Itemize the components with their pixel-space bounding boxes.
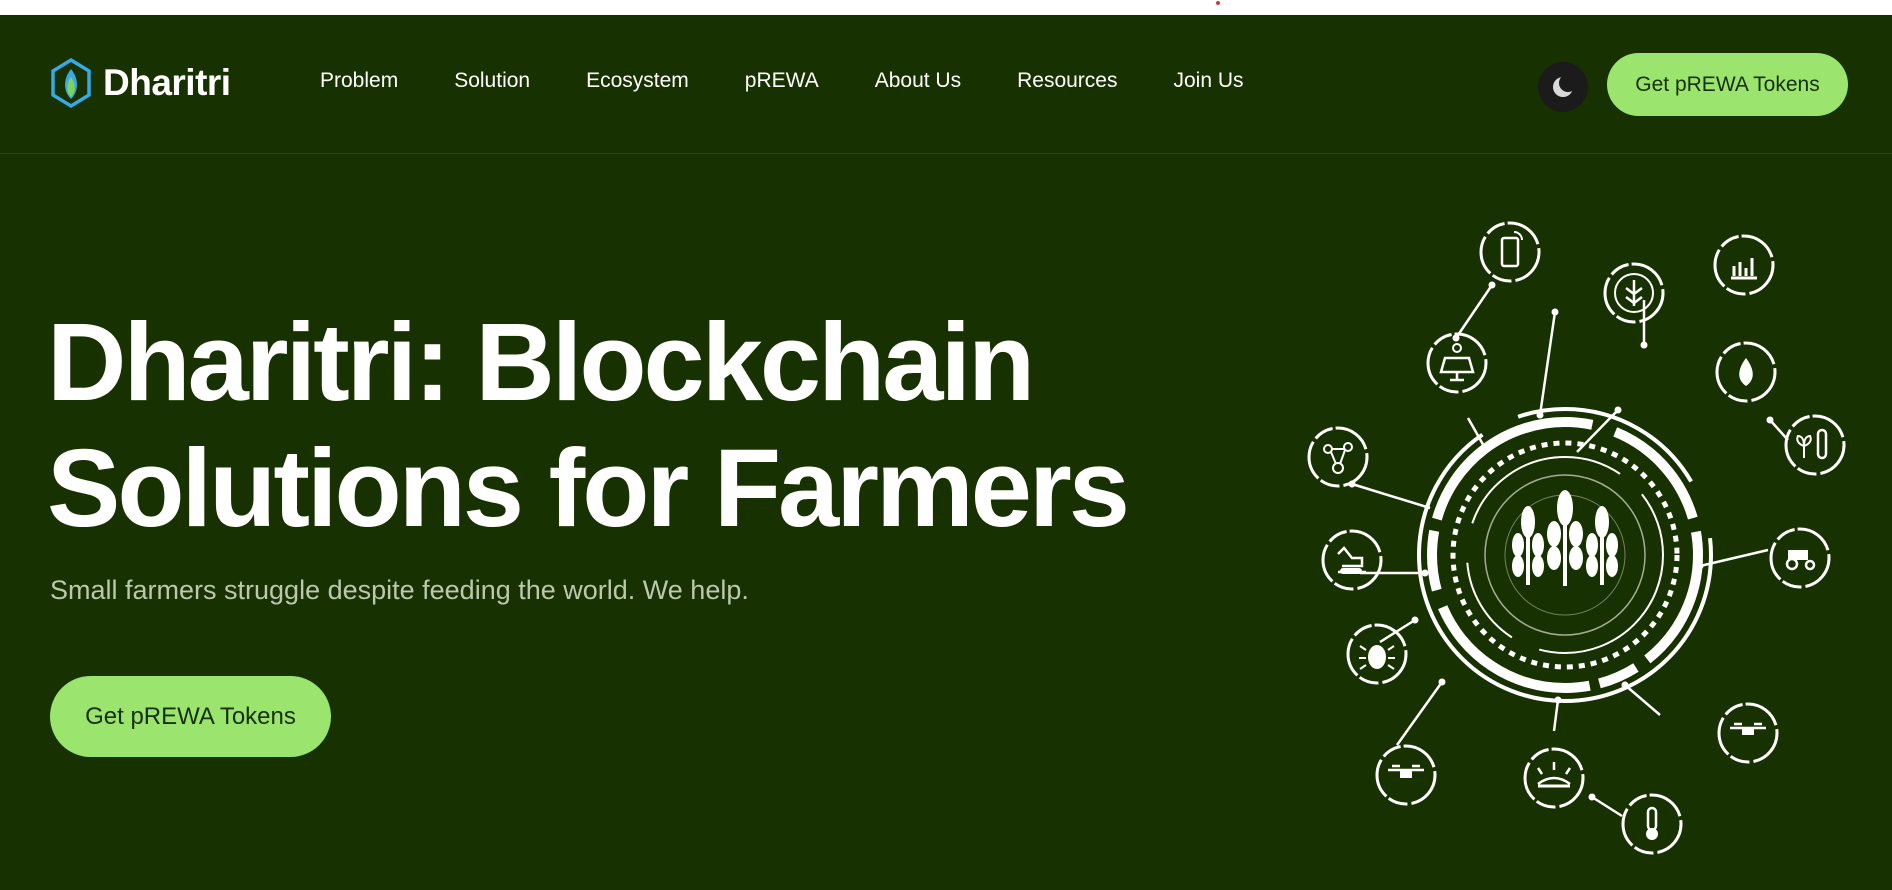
- wheat-badge-icon: [1603, 262, 1665, 324]
- tractor-icon: [1769, 527, 1831, 589]
- indicator-dot: [1216, 1, 1220, 5]
- browser-top-strip: [0, 0, 1892, 15]
- hero-page: Dharitri Problem Solution Ecosystem pREW…: [0, 15, 1892, 890]
- nav-link-ecosystem[interactable]: Ecosystem: [586, 69, 689, 93]
- get-tokens-nav-button[interactable]: Get pREWA Tokens: [1607, 53, 1848, 116]
- wheat-icon: [1512, 490, 1618, 586]
- drone-icon: [1375, 744, 1437, 806]
- nav-link-about-us[interactable]: About Us: [875, 69, 961, 93]
- brand-name: Dharitri: [103, 62, 231, 103]
- irrigation-icon: [1523, 747, 1585, 809]
- hero-title-line-2: Solutions for Farmers: [47, 427, 1130, 550]
- brand-logo[interactable]: Dharitri: [49, 57, 231, 109]
- main-menu: Problem Solution Ecosystem pREWA About U…: [320, 69, 1300, 93]
- molecule-icon: [1307, 426, 1369, 488]
- bar-chart-icon: [1713, 234, 1775, 296]
- leaf-hexagon-logo-icon: [51, 57, 91, 109]
- bug-icon: [1346, 623, 1408, 685]
- drone-icon: [1717, 702, 1779, 764]
- excavator-icon: [1321, 529, 1383, 591]
- hero-subtitle: Small farmers struggle despite feeding t…: [50, 575, 749, 605]
- solar-panel-icon: [1426, 332, 1488, 394]
- moon-icon: [1553, 74, 1576, 97]
- plant-test-tube-icon: [1784, 414, 1846, 476]
- central-hub: [1417, 407, 1713, 703]
- nav-link-prewa[interactable]: pREWA: [745, 69, 819, 93]
- agritech-network-illustration: [1307, 221, 1846, 855]
- nav-link-solution[interactable]: Solution: [454, 69, 530, 93]
- nav-link-join-us[interactable]: Join Us: [1173, 69, 1243, 93]
- smartphone-iot-icon: [1479, 221, 1541, 283]
- get-tokens-hero-button[interactable]: Get pREWA Tokens: [50, 676, 331, 757]
- hero-title-line-1: Dharitri: Blockchain: [47, 301, 1035, 424]
- theme-toggle-button[interactable]: [1538, 62, 1588, 112]
- water-drop-icon: [1715, 341, 1777, 403]
- nav-link-problem[interactable]: Problem: [320, 69, 398, 93]
- thermometer-icon: [1621, 793, 1683, 855]
- nav-link-resources[interactable]: Resources: [1017, 69, 1117, 93]
- navbar: Dharitri Problem Solution Ecosystem pREW…: [0, 15, 1892, 154]
- hero-title: Dharitri: Blockchain Solutions for Farme…: [47, 300, 1197, 552]
